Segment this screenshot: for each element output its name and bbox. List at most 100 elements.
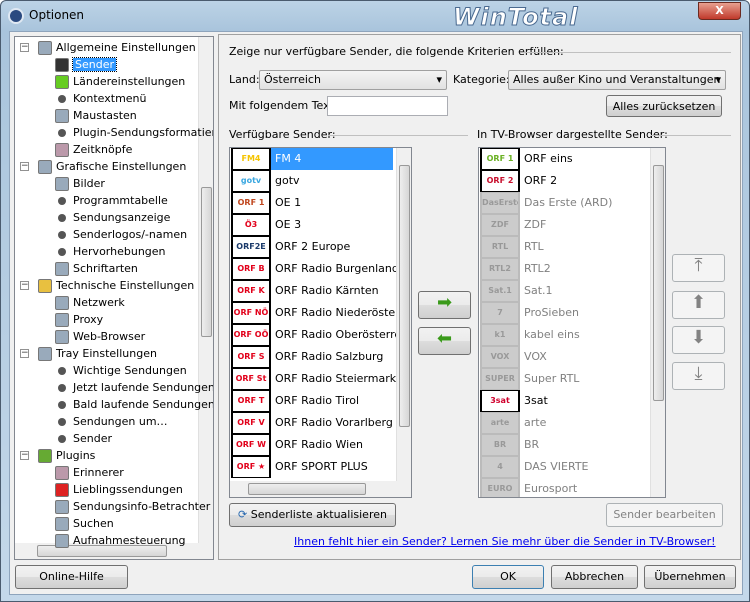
tree-item[interactable]: Sendungsinfo-Betrachter: [55, 498, 210, 515]
tree-item[interactable]: Sender: [55, 430, 112, 447]
channel-row[interactable]: gotv gotv: [231, 170, 396, 192]
channel-row[interactable]: ORF W ORF Radio Wien: [231, 434, 396, 456]
channel-row[interactable]: ORF OÖ ORF Radio Oberösterreich: [231, 324, 411, 346]
channel-row[interactable]: k1 kabel eins: [480, 324, 650, 346]
tree-item[interactable]: Web-Browser: [55, 328, 145, 345]
add-channel-button[interactable]: ➡: [418, 291, 471, 319]
channel-row[interactable]: ORF T ORF Radio Tirol: [231, 390, 396, 412]
channel-logo-icon: 3sat: [480, 390, 520, 412]
channel-row[interactable]: ORF NÖ ORF Radio Niederösterreich: [231, 302, 411, 324]
tree-item[interactable]: − Allgemeine Einstellungen: [20, 39, 196, 56]
tree-item[interactable]: − Grafische Einstellungen: [20, 158, 186, 175]
tree-item[interactable]: Senderlogos/-namen: [55, 226, 187, 243]
collapse-icon[interactable]: −: [20, 162, 29, 171]
scrollbar-thumb[interactable]: [201, 187, 212, 337]
channel-row[interactable]: ORF S ORF Radio Salzburg: [231, 346, 396, 368]
channel-logo-icon: SUPER: [480, 368, 520, 390]
channel-row[interactable]: ORF K ORF Radio Kärnten: [231, 280, 396, 302]
cancel-button[interactable]: Abbrechen: [551, 565, 638, 589]
text-filter-input[interactable]: [327, 96, 448, 116]
channel-row[interactable]: RTL2 RTL2: [480, 258, 650, 280]
tree-vertical-scrollbar[interactable]: [198, 37, 213, 543]
edit-channel-button[interactable]: Sender bearbeiten: [606, 503, 723, 527]
kategorie-select[interactable]: Alles außer Kino und Veranstaltungen: [508, 70, 726, 90]
channel-row[interactable]: SUPER Super RTL: [480, 368, 650, 390]
channel-row[interactable]: BR BR: [480, 434, 650, 456]
scrollbar-thumb[interactable]: [399, 165, 410, 427]
tree-item[interactable]: Maustasten: [55, 107, 137, 124]
scrollbar-thumb[interactable]: [248, 483, 366, 495]
shown-vertical-scrollbar[interactable]: [650, 148, 665, 497]
tree-item[interactable]: − Plugins: [20, 447, 95, 464]
channel-row[interactable]: 7 ProSieben: [480, 302, 650, 324]
tree-item-label: Lieblingssendungen: [73, 483, 183, 496]
channel-row[interactable]: ORF B ORF Radio Burgenland: [231, 258, 399, 280]
tree-item[interactable]: Lieblingssendungen: [55, 481, 183, 498]
move-bottom-button[interactable]: ⤓: [672, 362, 725, 390]
channel-row[interactable]: Sat.1 Sat.1: [480, 280, 650, 302]
channel-row[interactable]: arte arte: [480, 412, 650, 434]
channel-row[interactable]: 3sat 3sat: [480, 390, 650, 412]
channel-row[interactable]: DasErste Das Erste (ARD): [480, 192, 650, 214]
channel-row[interactable]: 4 DAS VIERTE: [480, 456, 650, 478]
tree-item[interactable]: Bilder: [55, 175, 105, 192]
available-vertical-scrollbar[interactable]: [396, 148, 411, 481]
scrollbar-thumb[interactable]: [653, 165, 664, 401]
collapse-icon[interactable]: −: [20, 281, 29, 290]
channel-row[interactable]: ORF ★ ORF SPORT PLUS: [231, 456, 396, 478]
tree-item[interactable]: Erinnerer: [55, 464, 124, 481]
available-channels-list[interactable]: ORF ★ ORF SPORT PLUS ORF W ORF Radio Wien OR…: [229, 147, 412, 498]
refresh-list-button[interactable]: ⟳ Senderliste aktualisieren: [229, 503, 396, 527]
move-top-button[interactable]: ⤒: [672, 254, 725, 282]
tree-item[interactable]: Netzwerk: [55, 294, 125, 311]
tree-item[interactable]: Jetzt laufende Sendungen: [55, 379, 213, 396]
tree-item[interactable]: Sendungsanzeige: [55, 209, 170, 226]
channel-row[interactable]: Ö3 OE 3: [231, 214, 396, 236]
remove-channel-button[interactable]: ⬅: [418, 327, 471, 355]
tree-item[interactable]: Hervorhebungen: [55, 243, 166, 260]
collapse-icon[interactable]: −: [20, 43, 29, 52]
collapse-icon[interactable]: −: [20, 349, 29, 358]
channel-row[interactable]: ORF 2 ORF 2: [480, 170, 650, 192]
channel-row[interactable]: ORF St ORF Radio Steiermark: [231, 368, 396, 390]
reset-button[interactable]: Alles zurücksetzen: [606, 95, 722, 117]
tree-item[interactable]: Sender: [55, 56, 117, 73]
tree-item[interactable]: Wichtige Sendungen: [55, 362, 187, 379]
tree-item[interactable]: − Technische Einstellungen: [20, 277, 194, 294]
tree-item[interactable]: Proxy: [55, 311, 103, 328]
channel-row[interactable]: ORF V ORF Radio Vorarlberg: [231, 412, 396, 434]
tree-item[interactable]: Schriftarten: [55, 260, 138, 277]
bullet-icon: [58, 231, 66, 239]
tree-item[interactable]: Bald laufende Sendungen: [55, 396, 213, 413]
channel-row[interactable]: ORF 1 ORF eins: [480, 148, 650, 170]
move-down-button[interactable]: ⬇: [672, 326, 725, 354]
channel-row[interactable]: ORF2E ORF 2 Europe: [231, 236, 396, 258]
tree-item[interactable]: Aufnahmesteuerung: [55, 532, 186, 549]
channel-help-link[interactable]: Ihnen fehlt hier ein Sender? Lernen Sie …: [294, 535, 716, 548]
move-up-button[interactable]: ⬆: [672, 291, 725, 319]
tree-item[interactable]: Sendungen um…: [55, 413, 168, 430]
online-help-button[interactable]: Online-Hilfe: [15, 565, 128, 589]
ok-button[interactable]: OK: [472, 565, 544, 589]
apply-button[interactable]: Übernehmen: [644, 565, 736, 589]
channel-row[interactable]: VOX VOX: [480, 346, 650, 368]
available-horizontal-scrollbar[interactable]: [230, 481, 411, 497]
channel-name: kabel eins: [524, 328, 580, 341]
tree-item[interactable]: Zeitknöpfe: [55, 141, 132, 158]
channel-logo-icon: ORF 1: [231, 192, 271, 214]
land-select[interactable]: Österreich: [259, 70, 447, 90]
channel-row[interactable]: ORF 1 OE 1: [231, 192, 396, 214]
shown-channels-list[interactable]: EURO Eurosport 4 DAS VIERTE BR BR arte arte 3sat…: [478, 147, 666, 498]
tree-item[interactable]: Ländereinstellungen: [55, 73, 185, 90]
tree-item[interactable]: Suchen: [55, 515, 114, 532]
tree-item[interactable]: Programmtabelle: [55, 192, 168, 209]
close-button[interactable]: X: [698, 2, 741, 20]
channel-row[interactable]: EURO Eurosport: [480, 478, 650, 497]
tree-item[interactable]: − Tray Einstellungen: [20, 345, 157, 362]
tree-item[interactable]: Kontextmenü: [55, 90, 147, 107]
channel-row[interactable]: ZDF ZDF: [480, 214, 650, 236]
collapse-icon[interactable]: −: [20, 451, 29, 460]
tree-item[interactable]: Plugin-Sendungsformatierung: [55, 124, 213, 141]
channel-row[interactable]: RTL RTL: [480, 236, 650, 258]
channel-row[interactable]: FM4 FM 4: [231, 148, 396, 170]
